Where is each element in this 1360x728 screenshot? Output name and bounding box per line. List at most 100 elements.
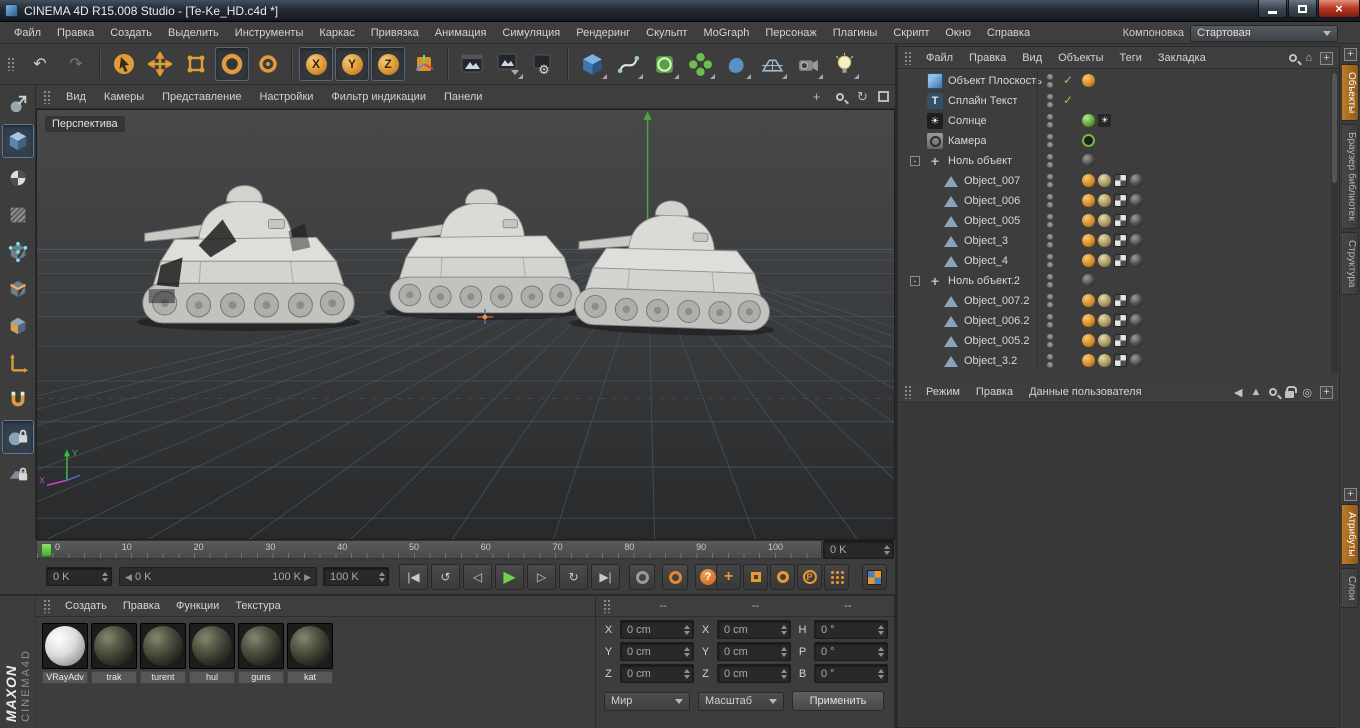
title-bar[interactable]: CINEMA 4D R15.008 Studio - [Te-Ke_HD.c4d…	[0, 0, 1360, 22]
key-parameter-button[interactable]: P	[797, 564, 822, 590]
object-label[interactable]: Object_4	[964, 255, 1008, 267]
close-button[interactable]: ×	[1318, 0, 1360, 18]
coordinate-system-dropdown[interactable]: Мир	[604, 692, 690, 711]
menu-item[interactable]: MoGraph	[695, 22, 757, 44]
uvw-tag-icon[interactable]	[1098, 214, 1111, 227]
material-name[interactable]: hul	[189, 671, 235, 684]
attribute-menu-item[interactable]: Данные пользователя	[1021, 386, 1149, 398]
material-item[interactable]: trak	[91, 623, 137, 684]
render-view-button[interactable]	[455, 47, 489, 81]
toggle-view-icon[interactable]	[878, 91, 889, 102]
menu-item[interactable]: Анимация	[427, 22, 495, 44]
object-label[interactable]: Object_006.2	[964, 315, 1029, 327]
render-to-picture-viewer-button[interactable]	[491, 47, 525, 81]
scale-tool-button[interactable]	[179, 47, 213, 81]
camera-view-label[interactable]: Перспектива	[45, 116, 125, 132]
material-name[interactable]: guns	[238, 671, 284, 684]
next-key-button[interactable]: ↻	[559, 564, 588, 590]
add-spline-button[interactable]	[611, 47, 645, 81]
material-tag-icon[interactable]	[1130, 354, 1143, 367]
visibility-dots[interactable]	[1043, 194, 1057, 208]
object-list-scrollbar[interactable]	[1331, 71, 1338, 373]
material-item[interactable]: turent	[140, 623, 186, 684]
material-tag-icon[interactable]	[1130, 234, 1143, 247]
texture-tag-icon[interactable]	[1114, 194, 1127, 207]
phong-tag-icon[interactable]	[1082, 174, 1095, 187]
position-field[interactable]: 0 cm	[620, 620, 694, 639]
material-preview-sphere[interactable]	[189, 623, 235, 669]
material-tag-icon[interactable]	[1130, 254, 1143, 267]
stepper-icon[interactable]	[777, 669, 787, 679]
material-item[interactable]: guns	[238, 623, 284, 684]
viewport-menu-item[interactable]: Вид	[57, 91, 95, 103]
uvw-tag-icon[interactable]	[1098, 254, 1111, 267]
attribute-manager-body[interactable]	[899, 404, 1338, 726]
autokey-button[interactable]	[662, 564, 688, 590]
viewport-menu-item[interactable]: Фильтр индикации	[322, 91, 435, 103]
menu-item[interactable]: Скульпт	[638, 22, 695, 44]
phong-tag-icon[interactable]	[1082, 194, 1095, 207]
previous-frame-button[interactable]: ◁	[463, 564, 492, 590]
size-field[interactable]: 0 cm	[717, 642, 791, 661]
position-field[interactable]: 0 cm	[620, 664, 694, 683]
last-tool-button[interactable]	[251, 47, 285, 81]
object-row[interactable]: - Ноль объект	[899, 151, 1330, 171]
phong-tag-icon[interactable]	[1082, 314, 1095, 327]
object-label[interactable]: Object_007	[964, 175, 1020, 187]
edges-mode-button[interactable]	[2, 272, 34, 306]
uvw-tag-icon[interactable]	[1098, 354, 1111, 367]
attribute-menu-item[interactable]: Режим	[918, 386, 968, 398]
visibility-dots[interactable]	[1043, 254, 1057, 268]
add-environment-button[interactable]	[755, 47, 789, 81]
menu-item[interactable]: Файл	[6, 22, 49, 44]
panel-menu-icon[interactable]: +	[1320, 52, 1333, 65]
menu-item[interactable]: Выделить	[160, 22, 227, 44]
stepper-icon[interactable]	[777, 625, 787, 635]
object-label[interactable]: Object_006	[964, 195, 1020, 207]
uvw-tag-icon[interactable]	[1098, 294, 1111, 307]
lock-y-axis-button[interactable]: Y	[335, 47, 369, 81]
stepper-icon[interactable]	[680, 647, 690, 657]
uvw-tag-icon[interactable]	[1098, 334, 1111, 347]
object-label[interactable]: Камера	[948, 135, 986, 147]
material-tag-icon[interactable]	[1130, 214, 1143, 227]
undo-button[interactable]: ↶	[23, 47, 57, 81]
visibility-dots[interactable]	[1043, 274, 1057, 288]
phong-tag-icon[interactable]	[1082, 354, 1095, 367]
menu-item[interactable]: Правка	[49, 22, 102, 44]
lock-workplane-button[interactable]	[2, 457, 34, 491]
panel-grip-icon[interactable]	[904, 51, 913, 65]
panel-grip-icon[interactable]	[43, 90, 52, 104]
object-label[interactable]: Object_007.2	[964, 295, 1029, 307]
position-field[interactable]: 0 cm	[620, 642, 694, 661]
visibility-dots[interactable]	[1043, 154, 1057, 168]
panel-tab[interactable]: Слои	[1342, 568, 1359, 608]
add-generator-button[interactable]	[647, 47, 681, 81]
play-button[interactable]: ▶	[495, 564, 524, 590]
stepper-icon[interactable]	[874, 647, 884, 657]
visibility-dots[interactable]	[1043, 234, 1057, 248]
object-label[interactable]: Солнце	[948, 115, 987, 127]
live-selection-button[interactable]	[107, 47, 141, 81]
uvw-tag-icon[interactable]	[1098, 194, 1111, 207]
object-manager-menu-item[interactable]: Объекты	[1050, 52, 1111, 64]
lock-x-axis-button[interactable]: X	[299, 47, 333, 81]
object-row[interactable]: - Объект Плоскость	[899, 71, 1330, 91]
object-row[interactable]: - Object_005.2	[899, 331, 1330, 351]
phong-tag-icon[interactable]	[1082, 234, 1095, 247]
object-manager-menu-item[interactable]: Правка	[961, 52, 1014, 64]
uvw-tag-icon[interactable]	[1098, 234, 1111, 247]
polygons-mode-button[interactable]	[2, 309, 34, 343]
material-tag-icon[interactable]	[1130, 174, 1143, 187]
visibility-dots[interactable]	[1043, 134, 1057, 148]
stepper-icon[interactable]	[880, 545, 890, 555]
material-name[interactable]: trak	[91, 671, 137, 684]
enabled-state-icon[interactable]	[1061, 73, 1075, 87]
visibility-dots[interactable]	[1043, 114, 1057, 128]
material-preview-sphere[interactable]	[91, 623, 137, 669]
next-frame-button[interactable]: ▷	[527, 564, 556, 590]
menu-item[interactable]: Плагины	[825, 22, 886, 44]
panel-grip-icon[interactable]	[43, 599, 52, 613]
material-menu-item[interactable]: Правка	[115, 600, 168, 612]
visibility-dots[interactable]	[1043, 94, 1057, 108]
